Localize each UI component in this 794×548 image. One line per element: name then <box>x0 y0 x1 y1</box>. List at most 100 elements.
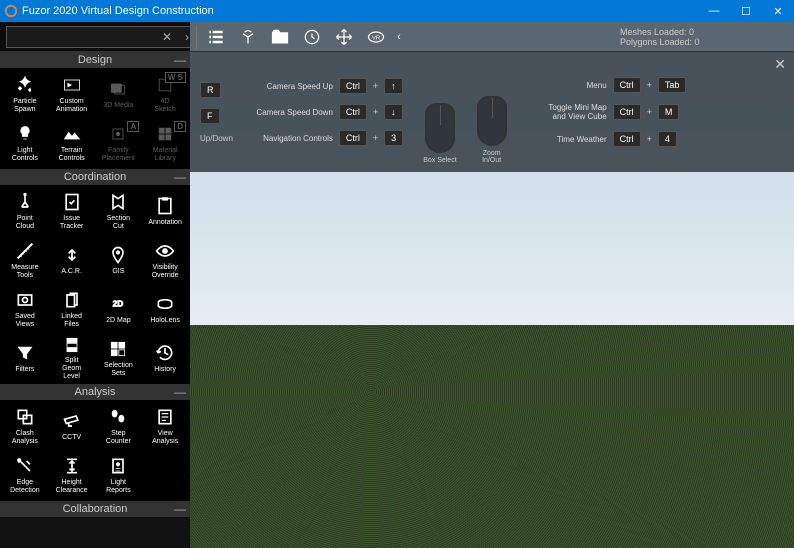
design-panel-header[interactable]: Design— <box>0 52 190 68</box>
filters-button[interactable]: Filters <box>2 334 48 382</box>
clock-icon[interactable] <box>297 24 327 50</box>
main-toolbar: VR ‹ <box>190 22 614 51</box>
light-controls-button[interactable]: LightControls <box>2 119 48 167</box>
saved-views-button[interactable]: SavedViews <box>2 285 48 333</box>
cctv-icon <box>61 410 83 432</box>
selection-sets-icon <box>107 338 129 360</box>
hololens-icon <box>154 293 176 315</box>
selection-sets-button[interactable]: SelectionSets <box>96 334 142 382</box>
visibility-override-icon <box>154 240 176 262</box>
split-geom-level-button[interactable]: SplitGeomLevel <box>49 334 95 382</box>
history-icon <box>154 342 176 364</box>
maximize-button[interactable]: ☐ <box>730 0 762 22</box>
sidebar[interactable]: Design— ParticleSpawnCustomAnimation3D M… <box>0 52 190 548</box>
updown-label: Up/Down <box>200 134 233 143</box>
terrain-controls-icon <box>61 123 83 145</box>
close-help-icon[interactable]: ✕ <box>774 56 786 73</box>
height-clearance-button[interactable]: HeightClearance <box>49 451 95 499</box>
custom-animation-button[interactable]: CustomAnimation <box>49 70 95 118</box>
view-analysis-icon <box>154 406 176 428</box>
gis-icon <box>107 244 129 266</box>
titlebar: Fuzor 2020 Virtual Design Construction —… <box>0 0 794 22</box>
history-button[interactable]: History <box>142 334 188 382</box>
section-cut-icon <box>107 191 129 213</box>
edge-detection-button[interactable]: EdgeDetection <box>2 451 48 499</box>
collapse-icon[interactable]: — <box>174 53 186 67</box>
linked-files-icon <box>61 289 83 311</box>
issue-tracker-icon <box>61 191 83 213</box>
stats-panel: Meshes Loaded: 0 Polygons Loaded: 0 <box>614 22 794 51</box>
annotation-button[interactable]: Annotation <box>142 187 188 235</box>
collapse-toolbar-icon[interactable]: ‹ <box>393 24 405 50</box>
measure-tools-button[interactable]: MeasureTools <box>2 236 48 284</box>
material-library-icon <box>154 123 176 145</box>
axes-icon[interactable] <box>233 24 263 50</box>
issue-tracker-button[interactable]: IssueTracker <box>49 187 95 235</box>
family-placement-button: FamilyPlacementA <box>96 119 142 167</box>
close-button[interactable]: ✕ <box>762 0 794 22</box>
split-geom-level-icon <box>61 335 83 355</box>
window-title: Fuzor 2020 Virtual Design Construction <box>22 5 698 17</box>
collaboration-panel-header[interactable]: Collaboration— <box>0 501 190 517</box>
light-reports-button[interactable]: LightReports <box>96 451 142 499</box>
mouse-left-icon <box>425 103 455 153</box>
search-input[interactable] <box>7 31 157 43</box>
4d-sketch-button: 4DSketchW S <box>142 70 188 118</box>
collapse-icon[interactable]: — <box>174 502 186 516</box>
point-cloud-button[interactable]: PointCloud <box>2 187 48 235</box>
acr-button[interactable]: A.C.R. <box>49 236 95 284</box>
vr-icon[interactable]: VR <box>361 24 391 50</box>
particle-spawn-icon <box>14 74 36 96</box>
mouse-scroll-icon <box>477 96 507 146</box>
linked-files-button[interactable]: LinkedFiles <box>49 285 95 333</box>
step-counter-button[interactable]: StepCounter <box>96 402 142 450</box>
search-box[interactable]: ✕ › <box>6 26 198 48</box>
clash-analysis-button[interactable]: ClashAnalysis <box>2 402 48 450</box>
2d-map-icon: 2D <box>107 293 129 315</box>
meshes-loaded: Meshes Loaded: 0 <box>620 27 788 37</box>
2d-map-button[interactable]: 2D2D Map <box>96 285 142 333</box>
collapse-icon[interactable]: — <box>174 170 186 184</box>
help-overlay: ✕ R F Up/Down Camera Speed UpCtrl+↑ Came… <box>190 52 794 172</box>
light-reports-icon <box>107 455 129 477</box>
height-clearance-icon <box>61 455 83 477</box>
analysis-panel-header[interactable]: Analysis— <box>0 384 190 400</box>
acr-icon <box>61 244 83 266</box>
step-counter-icon <box>107 406 129 428</box>
family-placement-icon <box>107 123 129 145</box>
key-badge: W S <box>165 72 186 83</box>
key-r: R <box>200 82 221 98</box>
hololens-button[interactable]: HoloLens <box>142 285 188 333</box>
3d-media-icon <box>107 78 129 100</box>
key-badge: D <box>174 121 186 132</box>
collapse-icon[interactable]: — <box>174 385 186 399</box>
3d-media-button: 3D Media <box>96 70 142 118</box>
saved-views-icon <box>14 289 36 311</box>
custom-animation-icon <box>61 74 83 96</box>
edge-detection-icon <box>14 455 36 477</box>
terrain-controls-button[interactable]: TerrainControls <box>49 119 95 167</box>
app-logo-icon <box>4 4 18 18</box>
gis-button[interactable]: GIS <box>96 236 142 284</box>
cctv-button[interactable]: CCTV <box>49 402 95 450</box>
key-badge: A <box>127 121 139 132</box>
material-library-button: MaterialLibraryD <box>142 119 188 167</box>
svg-text:2D: 2D <box>113 299 124 309</box>
key-f: F <box>200 108 220 124</box>
open-folder-icon[interactable] <box>265 24 295 50</box>
coordination-panel-header[interactable]: Coordination— <box>0 169 190 185</box>
point-cloud-icon <box>14 191 36 213</box>
view-analysis-button[interactable]: ViewAnalysis <box>142 402 188 450</box>
ground-plane <box>190 325 794 548</box>
3d-viewport[interactable]: ✕ R F Up/Down Camera Speed UpCtrl+↑ Came… <box>190 52 794 548</box>
visibility-override-button[interactable]: VisibilityOverride <box>142 236 188 284</box>
section-cut-button[interactable]: SectionCut <box>96 187 142 235</box>
particle-spawn-button[interactable]: ParticleSpawn <box>2 70 48 118</box>
svg-text:VR: VR <box>372 35 380 41</box>
move-arrows-icon[interactable] <box>329 24 359 50</box>
clear-search-icon[interactable]: ✕ <box>157 27 177 47</box>
clash-analysis-icon <box>14 406 36 428</box>
minimize-button[interactable]: — <box>698 0 730 22</box>
polygons-loaded: Polygons Loaded: 0 <box>620 37 788 47</box>
list-view-icon[interactable] <box>201 24 231 50</box>
